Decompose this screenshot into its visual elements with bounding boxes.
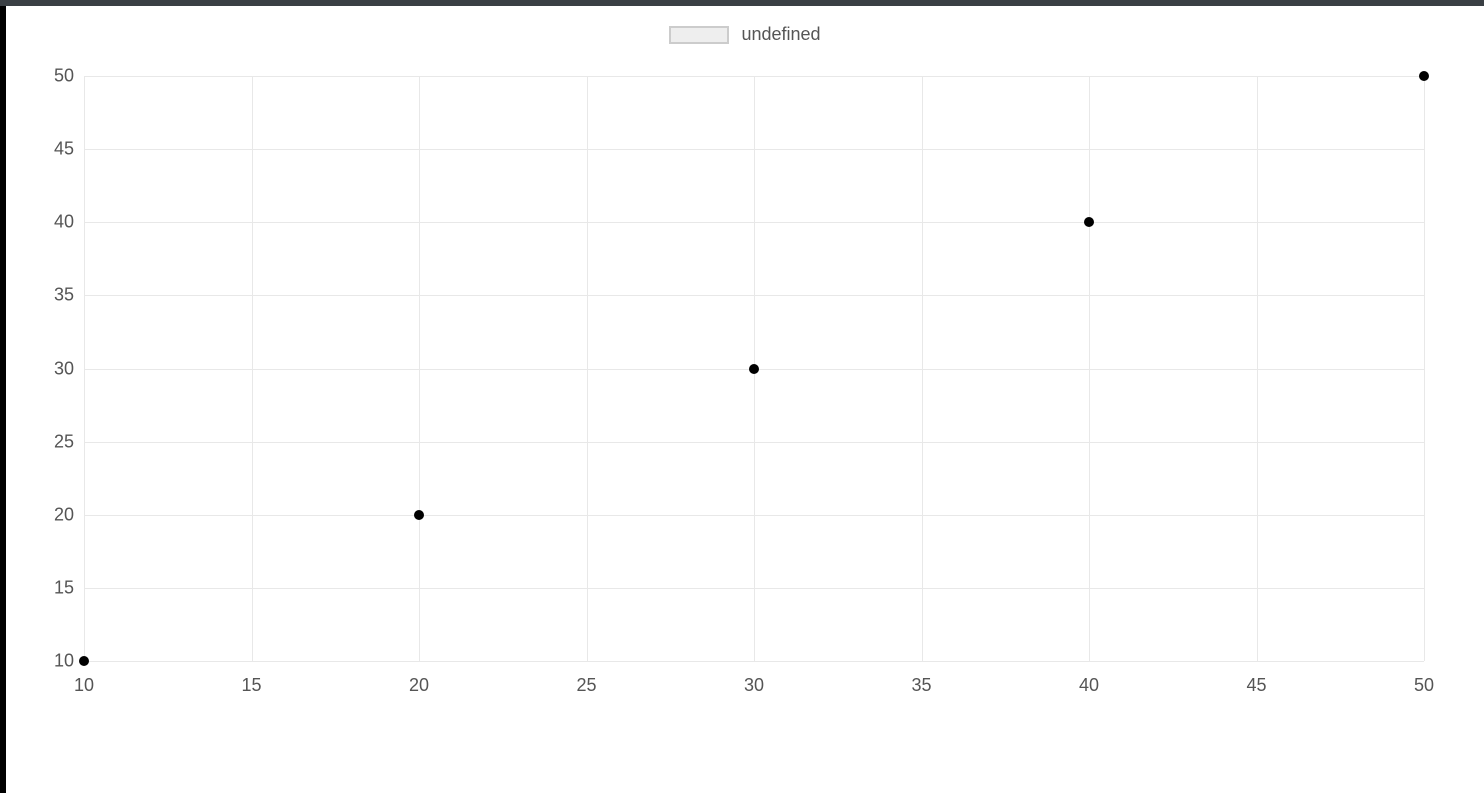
y-tick-label: 20 (44, 504, 74, 525)
chart-legend: undefined (6, 24, 1484, 45)
data-point (1419, 71, 1429, 81)
chart-container: undefined 101520253035404550101520253035… (6, 6, 1484, 793)
x-tick-label: 10 (74, 675, 94, 696)
x-tick-label: 20 (409, 675, 429, 696)
gridline-horizontal (84, 295, 1424, 296)
y-tick-label: 50 (44, 66, 74, 87)
x-tick-label: 45 (1246, 675, 1266, 696)
legend-swatch (669, 26, 729, 44)
data-point (1084, 217, 1094, 227)
x-tick-label: 25 (576, 675, 596, 696)
legend-label: undefined (741, 24, 820, 45)
gridline-horizontal (84, 588, 1424, 589)
plot-area: 101520253035404550101520253035404550 (84, 76, 1424, 661)
gridline-horizontal (84, 76, 1424, 77)
gridline-horizontal (84, 515, 1424, 516)
x-tick-label: 50 (1414, 675, 1434, 696)
x-tick-label: 30 (744, 675, 764, 696)
y-tick-label: 15 (44, 577, 74, 598)
gridline-horizontal (84, 149, 1424, 150)
gridline-horizontal (84, 442, 1424, 443)
x-tick-label: 15 (241, 675, 261, 696)
y-tick-label: 25 (44, 431, 74, 452)
data-point (749, 364, 759, 374)
gridline-horizontal (84, 222, 1424, 223)
y-tick-label: 35 (44, 285, 74, 306)
y-tick-label: 45 (44, 139, 74, 160)
y-tick-label: 30 (44, 358, 74, 379)
data-point (414, 510, 424, 520)
x-tick-label: 40 (1079, 675, 1099, 696)
data-point (79, 656, 89, 666)
gridline-vertical (1424, 76, 1425, 661)
x-tick-label: 35 (911, 675, 931, 696)
y-tick-label: 10 (44, 651, 74, 672)
gridline-horizontal (84, 661, 1424, 662)
y-tick-label: 40 (44, 212, 74, 233)
